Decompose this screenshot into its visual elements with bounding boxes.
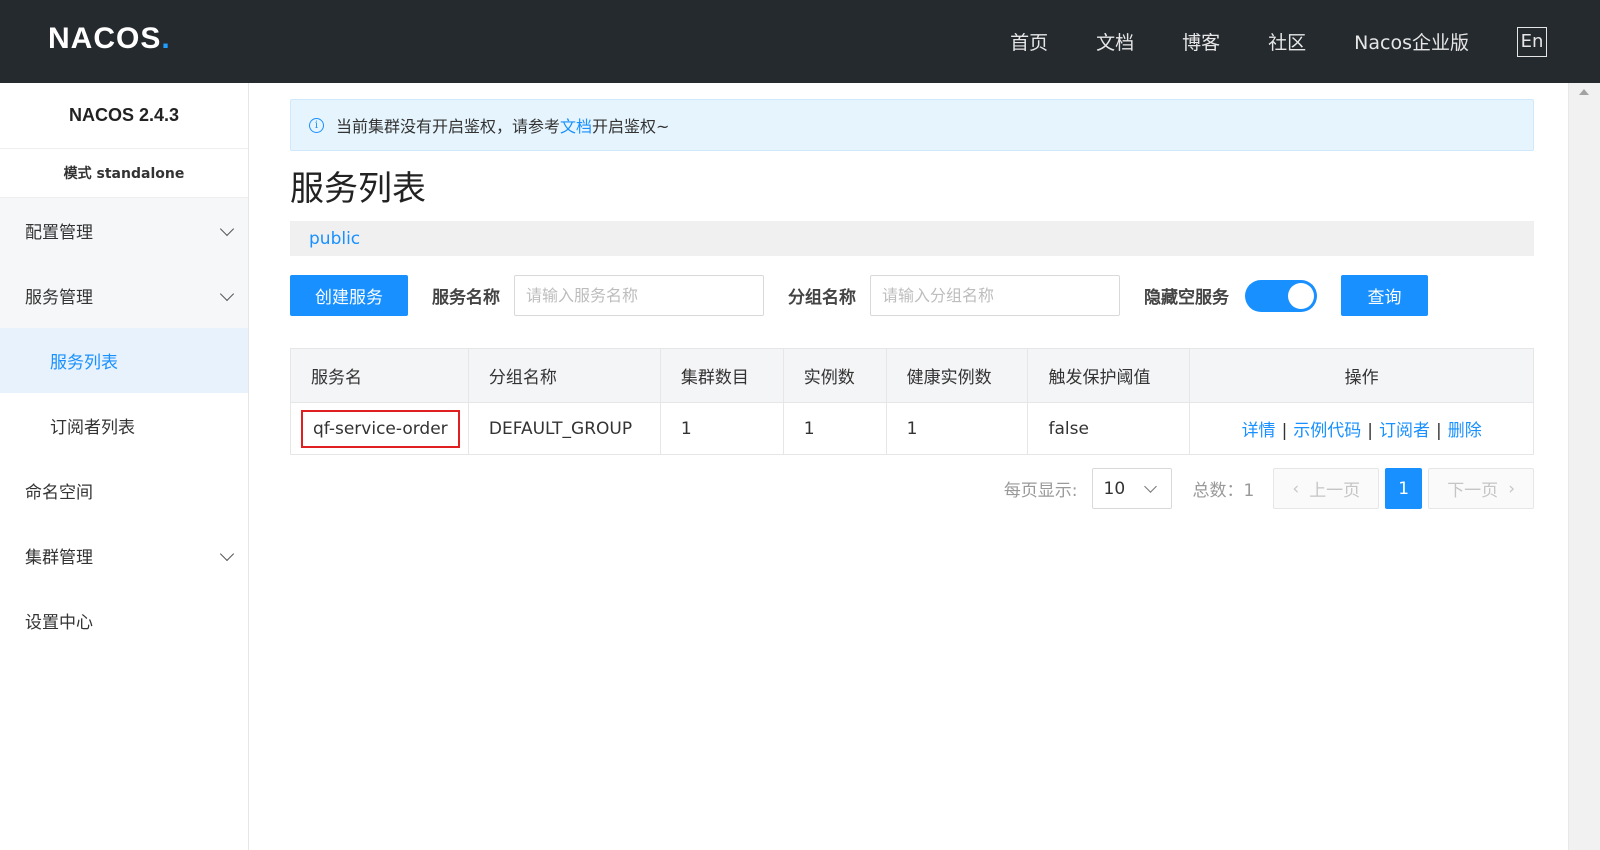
chevron-down-icon bbox=[219, 286, 235, 302]
table-header-row: 服务名 分组名称 集群数目 实例数 健康实例数 触发保护阈值 操作 bbox=[290, 348, 1534, 403]
cell-healthy: 1 bbox=[885, 402, 1029, 455]
group-name-input[interactable] bbox=[870, 275, 1120, 316]
sample-code-link[interactable]: 示例代码 bbox=[1293, 421, 1361, 441]
sidebar-item-subscriber-list[interactable]: 订阅者列表 bbox=[0, 393, 248, 458]
col-service-name: 服务名 bbox=[290, 348, 469, 403]
mode-label: 模式 standalone bbox=[0, 149, 248, 198]
cell-protect-threshold: false bbox=[1027, 402, 1191, 455]
chevron-left-icon: ‹ bbox=[1292, 478, 1300, 499]
info-icon: i bbox=[309, 117, 324, 133]
per-page-value: 10 bbox=[1103, 478, 1126, 499]
sidebar-item-service-management[interactable]: 服务管理 bbox=[0, 263, 248, 328]
sidebar: NACOS 2.4.3 模式 standalone 配置管理 服务管理 服务列表… bbox=[0, 83, 249, 850]
nav-enterprise[interactable]: Nacos企业版 bbox=[1354, 28, 1469, 55]
sidebar-item-label: 集群管理 bbox=[25, 548, 93, 568]
pagination: 每页显示: 10 总数：1 ‹ 上一页 1 下一页 › bbox=[290, 468, 1534, 509]
highlighted-service-name: qf-service-order bbox=[301, 409, 460, 448]
alert-text-suffix: 开启鉴权~ bbox=[592, 117, 670, 136]
filter-toolbar: 创建服务 服务名称 分组名称 隐藏空服务 查询 bbox=[290, 275, 1534, 316]
sidebar-item-service-list[interactable]: 服务列表 bbox=[0, 328, 248, 393]
sidebar-item-label: 命名空间 bbox=[25, 483, 93, 503]
toggle-knob bbox=[1288, 282, 1314, 309]
sidebar-item-label: 服务管理 bbox=[25, 288, 93, 308]
alert-text-prefix: 当前集群没有开启鉴权，请参考 bbox=[336, 117, 561, 136]
total-count: 总数：1 bbox=[1192, 481, 1255, 501]
auth-warning-alert: i 当前集群没有开启鉴权，请参考 文档 开启鉴权~ bbox=[290, 99, 1534, 151]
delete-link[interactable]: 删除 bbox=[1448, 421, 1482, 441]
sidebar-item-settings-center[interactable]: 设置中心 bbox=[0, 588, 248, 653]
col-cluster-count: 集群数目 bbox=[659, 348, 784, 403]
col-healthy-count: 健康实例数 bbox=[885, 348, 1029, 403]
service-table: 服务名 分组名称 集群数目 实例数 健康实例数 触发保护阈值 操作 qf-ser… bbox=[290, 348, 1534, 455]
nav-community[interactable]: 社区 bbox=[1268, 28, 1306, 55]
alert-docs-link[interactable]: 文档 bbox=[560, 113, 592, 137]
sidebar-item-namespace[interactable]: 命名空间 bbox=[0, 458, 248, 523]
nav-home[interactable]: 首页 bbox=[1010, 28, 1048, 55]
col-protect-threshold: 触发保护阈值 bbox=[1027, 348, 1191, 403]
language-switch-button[interactable]: En bbox=[1517, 26, 1547, 57]
create-service-button[interactable]: 创建服务 bbox=[290, 275, 408, 316]
col-operations: 操作 bbox=[1189, 348, 1534, 403]
hide-empty-label: 隐藏空服务 bbox=[1144, 288, 1229, 308]
prev-page-label: 上一页 bbox=[1309, 481, 1361, 501]
sidebar-item-config-management[interactable]: 配置管理 bbox=[0, 198, 248, 263]
query-button[interactable]: 查询 bbox=[1341, 275, 1428, 316]
nacos-logo[interactable]: NACOS. bbox=[48, 22, 171, 56]
sidebar-item-label: 订阅者列表 bbox=[50, 418, 135, 438]
namespace-bar: public bbox=[290, 221, 1534, 256]
sidebar-item-label: 服务列表 bbox=[50, 353, 118, 373]
table-row: qf-service-order DEFAULT_GROUP 1 1 1 fal… bbox=[290, 402, 1534, 455]
next-page-label: 下一页 bbox=[1447, 481, 1499, 501]
nav-docs[interactable]: 文档 bbox=[1096, 28, 1134, 55]
details-link[interactable]: 详情 bbox=[1242, 421, 1276, 441]
separator: | bbox=[1281, 421, 1288, 441]
hide-empty-toggle[interactable] bbox=[1245, 279, 1317, 312]
sidebar-item-label: 设置中心 bbox=[25, 613, 93, 633]
service-name-input[interactable] bbox=[514, 275, 764, 316]
cell-clusters: 1 bbox=[659, 402, 784, 455]
scroll-up-arrow-icon[interactable] bbox=[1579, 89, 1589, 95]
separator: | bbox=[1436, 421, 1442, 441]
version-label: NACOS 2.4.3 bbox=[0, 83, 248, 149]
subscribers-link[interactable]: 订阅者 bbox=[1379, 421, 1430, 441]
col-group-name: 分组名称 bbox=[467, 348, 661, 403]
vertical-scrollbar[interactable] bbox=[1568, 83, 1600, 850]
service-name-label: 服务名称 bbox=[432, 288, 500, 308]
chevron-down-icon bbox=[1143, 480, 1157, 493]
chevron-down-icon bbox=[219, 221, 235, 237]
namespace-tab-public[interactable]: public bbox=[309, 229, 360, 249]
chevron-down-icon bbox=[219, 546, 235, 562]
main-content: i 当前集群没有开启鉴权，请参考 文档 开启鉴权~ 服务列表 public 创建服务… bbox=[290, 83, 1534, 509]
sidebar-item-label: 配置管理 bbox=[25, 223, 93, 243]
cell-operations: 详情 | 示例代码 | 订阅者 | 删除 bbox=[1189, 402, 1534, 455]
chevron-right-icon: › bbox=[1508, 478, 1515, 499]
cell-service-name: qf-service-order bbox=[290, 402, 469, 455]
next-page-button[interactable]: 下一页 › bbox=[1428, 468, 1534, 509]
top-navbar: NACOS. 首页 文档 博客 社区 Nacos企业版 En bbox=[0, 0, 1600, 83]
prev-page-button[interactable]: ‹ 上一页 bbox=[1273, 468, 1380, 509]
cell-instances: 1 bbox=[782, 402, 887, 455]
col-instance-count: 实例数 bbox=[782, 348, 887, 403]
top-nav: 首页 文档 博客 社区 Nacos企业版 En bbox=[1010, 0, 1600, 83]
cell-group: DEFAULT_GROUP bbox=[467, 402, 661, 455]
sidebar-item-cluster-management[interactable]: 集群管理 bbox=[0, 523, 248, 588]
group-name-label: 分组名称 bbox=[788, 288, 856, 308]
per-page-label: 每页显示: bbox=[1003, 481, 1078, 501]
nav-blog[interactable]: 博客 bbox=[1182, 28, 1220, 55]
separator: | bbox=[1367, 421, 1374, 441]
page-1-button[interactable]: 1 bbox=[1385, 468, 1423, 509]
page-title: 服务列表 bbox=[290, 169, 426, 209]
per-page-select[interactable]: 10 bbox=[1091, 468, 1172, 509]
